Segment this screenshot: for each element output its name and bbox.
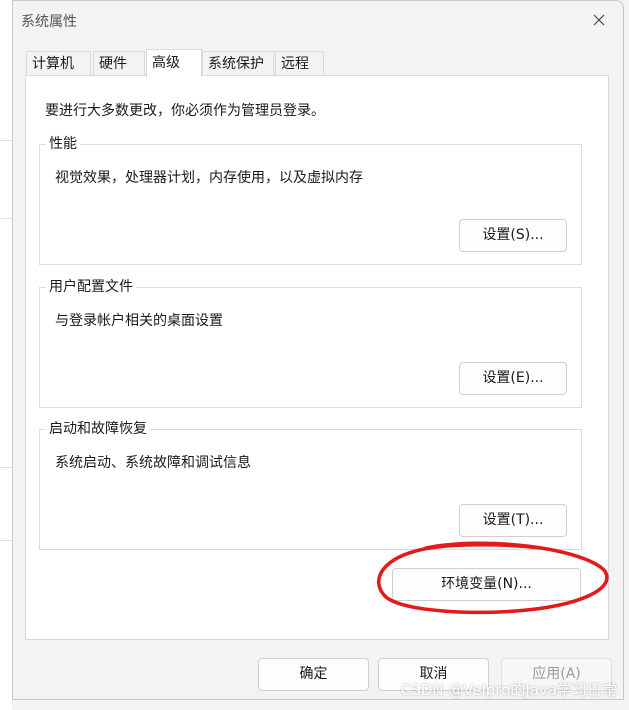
startup-recovery-settings-button[interactable]: 设置(T)... xyxy=(459,504,567,537)
tab-remote[interactable]: 远程 xyxy=(275,51,324,75)
environment-variables-button[interactable]: 环境变量(N)... xyxy=(392,568,581,601)
tab-advanced[interactable]: 高级 xyxy=(146,49,202,77)
user-profiles-settings-button[interactable]: 设置(E)... xyxy=(459,362,567,395)
tab-system-protection[interactable]: 系统保护 xyxy=(202,51,274,75)
group-title: 启动和故障恢复 xyxy=(46,419,150,439)
background-divider xyxy=(0,467,12,468)
title-bar: 系统属性 xyxy=(13,1,623,39)
ok-button[interactable]: 确定 xyxy=(258,658,369,691)
close-icon xyxy=(593,14,605,26)
group-description: 与登录帐户相关的桌面设置 xyxy=(55,313,223,329)
system-properties-dialog: 系统属性 计算机名 硬件 高级 系统保护 远程 要进行大多数更改，你必须作为管理… xyxy=(12,0,624,700)
group-title: 性能 xyxy=(46,134,80,154)
background-divider xyxy=(0,218,12,219)
close-button[interactable] xyxy=(585,7,613,33)
background-window-edge xyxy=(0,0,12,710)
startup-recovery-group: 启动和故障恢复 系统启动、系统故障和调试信息 设置(T)... xyxy=(39,419,582,550)
window-title: 系统属性 xyxy=(21,14,77,30)
performance-settings-button[interactable]: 设置(S)... xyxy=(459,219,567,252)
tab-computer-name[interactable]: 计算机名 xyxy=(26,51,91,96)
advanced-tab-panel: 要进行大多数更改，你必须作为管理员登录。 性能 视觉效果，处理器计划，内存使用，… xyxy=(25,75,609,640)
background-divider xyxy=(0,140,12,141)
group-description: 视觉效果，处理器计划，内存使用，以及虚拟内存 xyxy=(55,170,363,186)
performance-group: 性能 视觉效果，处理器计划，内存使用，以及虚拟内存 设置(S)... xyxy=(39,134,582,265)
group-title: 用户配置文件 xyxy=(46,277,136,297)
watermark: CSDN @Velpro的Java学习日常 xyxy=(400,681,617,699)
admin-notice: 要进行大多数更改，你必须作为管理员登录。 xyxy=(45,103,325,119)
background-divider xyxy=(0,540,12,541)
group-description: 系统启动、系统故障和调试信息 xyxy=(55,455,251,471)
tab-hardware[interactable]: 硬件 xyxy=(93,51,145,75)
user-profiles-group: 用户配置文件 与登录帐户相关的桌面设置 设置(E)... xyxy=(39,277,582,408)
